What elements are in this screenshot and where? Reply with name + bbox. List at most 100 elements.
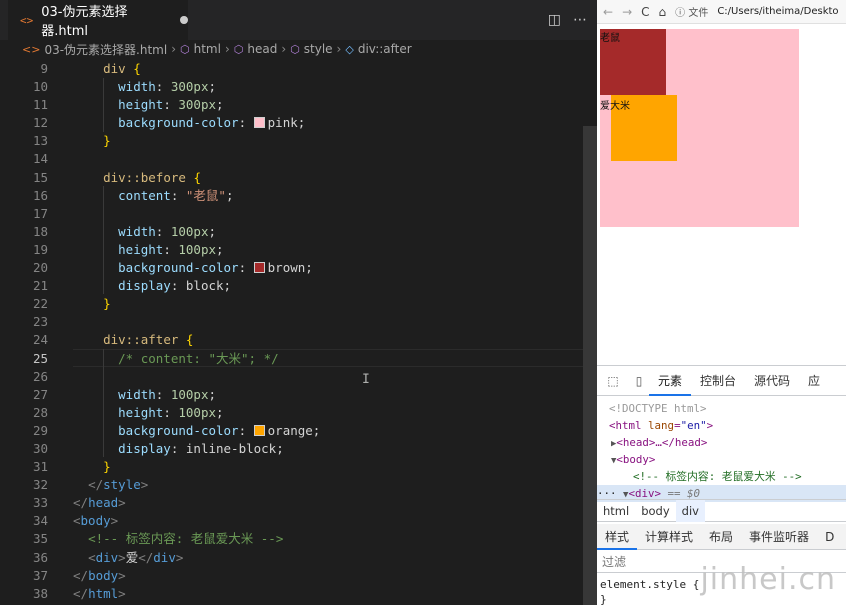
line-number: 19 — [32, 241, 48, 257]
tab-event-listeners[interactable]: 事件监听器 — [741, 524, 817, 550]
code-line: div::after { — [103, 332, 194, 348]
line-number: 17 — [32, 205, 48, 221]
tab-console[interactable]: 控制台 — [691, 366, 745, 396]
div-content-text: 爱大米 — [600, 101, 630, 112]
code-line: } — [103, 459, 111, 475]
dom-node-html[interactable]: <html lang="en"> — [597, 417, 846, 434]
code-line: div { — [103, 61, 141, 76]
html-file-icon: <> — [20, 13, 34, 27]
code-line: /* content: "大米"; */ — [118, 350, 279, 366]
line-number: 14 — [32, 151, 48, 167]
breadcrumb-html[interactable]: ⬡ html — [180, 42, 221, 56]
dom-doctype[interactable]: <!DOCTYPE html> — [597, 400, 846, 417]
before-pseudo-box: 老鼠 — [600, 29, 666, 95]
chevron-right-icon: › — [224, 42, 230, 56]
editor-tab-bar: <> 03-伪元素选择器.html ◫ ⋯ — [0, 0, 597, 40]
code-line: width: 100px; — [118, 386, 217, 402]
line-number: 37 — [32, 567, 48, 583]
dom-crumb-html[interactable]: html — [597, 504, 635, 518]
back-icon[interactable]: ← — [603, 5, 613, 19]
code-line: display: block; — [118, 278, 232, 294]
line-number: 33 — [32, 495, 48, 511]
line-number: 21 — [32, 278, 48, 294]
breadcrumb-style[interactable]: ⬡ style — [290, 42, 332, 56]
home-icon[interactable]: ⌂ — [659, 5, 667, 19]
line-number: 34 — [32, 513, 48, 529]
selector-icon: ◇ — [345, 42, 354, 56]
element-icon: ⬡ — [290, 42, 300, 56]
line-number: 22 — [32, 296, 48, 312]
html-file-icon: <> — [22, 42, 41, 56]
watermark: jinhei.cn — [700, 562, 836, 597]
breadcrumb-selector[interactable]: ◇ div::after — [345, 42, 411, 56]
code-line: <body> — [73, 513, 119, 529]
code-line: div::before { — [103, 169, 201, 185]
line-number: 13 — [32, 133, 48, 149]
code-line: </style> — [88, 477, 149, 493]
pink-div-box[interactable]: 老鼠 爱大米 — [600, 29, 799, 227]
element-icon: ⬡ — [233, 42, 244, 56]
tab-application[interactable]: 应 — [799, 366, 829, 396]
line-number: 15 — [32, 169, 48, 185]
pink-color-swatch[interactable] — [253, 117, 265, 129]
tab-layout[interactable]: 布局 — [701, 524, 741, 550]
orange-color-swatch[interactable] — [253, 424, 265, 436]
tab-styles[interactable]: 样式 — [597, 524, 638, 550]
line-number: 32 — [32, 477, 48, 493]
site-info-label[interactable]: ⓘ 文件 — [675, 4, 708, 19]
line-number-gutter: 9 10 11 12 13 14 15 16 17 18 19 20 21 22 23 24 25 26 27 28 2… — [0, 60, 60, 603]
code-line: background-color: orange; — [118, 422, 321, 438]
tab-elements[interactable]: 元素 — [649, 366, 692, 396]
reload-icon[interactable]: C — [641, 5, 649, 19]
dom-crumb-div[interactable]: div — [675, 499, 705, 522]
breadcrumb-file[interactable]: <> 03-伪元素选择器.html — [22, 41, 167, 58]
breadcrumb-head[interactable]: ⬡ head — [234, 42, 278, 56]
inspect-element-icon[interactable]: ⬚ — [603, 374, 623, 388]
line-number: 9 — [40, 61, 48, 76]
line-number: 11 — [32, 97, 48, 113]
editor-actions: ◫ ⋯ — [548, 12, 587, 28]
code-line: } — [103, 133, 111, 149]
code-area[interactable]: div { width: 300px; height: 300px; backg… — [73, 60, 583, 603]
chevron-right-icon: › — [171, 42, 176, 56]
brown-color-swatch[interactable] — [253, 262, 265, 274]
code-line: </html> — [73, 585, 126, 601]
element-style-rule[interactable]: element.style { } — [600, 577, 699, 605]
dom-node-body[interactable]: ▼<body> — [597, 451, 846, 468]
tab-computed[interactable]: 计算样式 — [637, 524, 701, 550]
code-line: background-color: brown; — [118, 260, 313, 276]
line-number: 24 — [32, 332, 48, 348]
more-actions-icon[interactable]: ⋯ — [573, 12, 587, 28]
split-editor-icon[interactable]: ◫ — [548, 12, 561, 28]
line-number: 10 — [32, 79, 48, 95]
element-icon: ⬡ — [180, 42, 190, 56]
devtools-tab-bar: ⬚ ▯ 元素 控制台 源代码 应 — [597, 366, 846, 396]
code-line: <div>爱</div> — [88, 549, 184, 565]
dom-crumb-body[interactable]: body — [635, 504, 675, 518]
code-line: height: 100px; — [118, 241, 224, 257]
code-line: height: 100px; — [118, 404, 224, 420]
url-text[interactable]: C:/Users/itheima/Deskto — [717, 6, 838, 17]
dom-comment[interactable]: <!-- 标签内容: 老鼠爱大米 --> — [597, 468, 846, 485]
line-number: 36 — [32, 549, 48, 565]
line-number: 20 — [32, 260, 48, 276]
forward-icon[interactable]: → — [622, 5, 632, 19]
vertical-scrollbar-thumb[interactable] — [583, 126, 597, 605]
line-number: 35 — [32, 531, 48, 547]
file-tab[interactable]: <> 03-伪元素选择器.html — [8, 0, 188, 40]
line-number: 18 — [32, 223, 48, 239]
text-cursor-icon: Ι — [362, 372, 370, 387]
chevron-right-icon: › — [281, 42, 287, 56]
code-line: </body> — [73, 567, 126, 583]
tab-sources[interactable]: 源代码 — [745, 366, 799, 396]
dom-node-head[interactable]: ▶<head>…</head> — [597, 434, 846, 451]
line-number: 30 — [32, 440, 48, 456]
line-number: 38 — [32, 585, 48, 601]
device-toolbar-icon[interactable]: ▯ — [629, 374, 649, 388]
unsaved-dot-icon[interactable] — [180, 16, 188, 24]
tab-dom-breakpoints[interactable]: D — [817, 524, 842, 550]
